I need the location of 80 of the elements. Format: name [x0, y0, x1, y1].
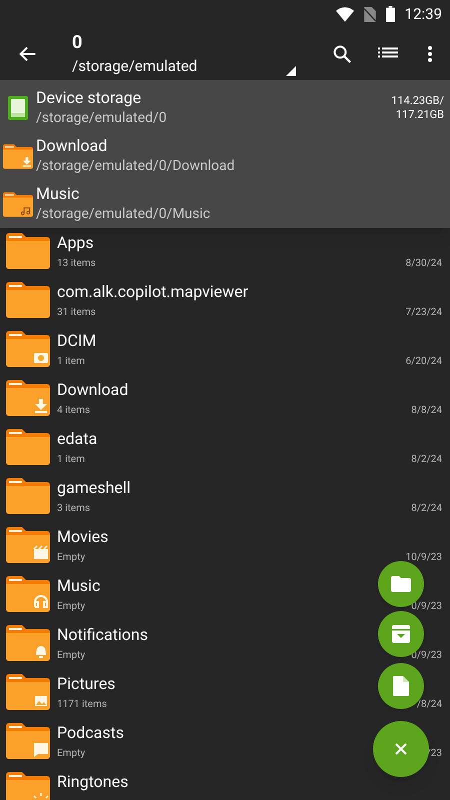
folder-name: Pictures — [57, 674, 116, 694]
item-count: Empty — [57, 600, 86, 614]
modified-date: 0/9/23 — [411, 600, 442, 614]
item-count: Empty — [57, 649, 86, 663]
folder-icon — [6, 674, 50, 710]
item-count: 1 item — [57, 355, 85, 369]
folder-icon — [3, 192, 33, 216]
dropdown-triangle-icon — [286, 66, 296, 76]
folder-name: Download — [57, 380, 128, 400]
item-count: 1 item — [57, 453, 85, 467]
folder-name: gameshell — [57, 478, 131, 498]
folder-name: com.alk.copilot.mapviewer — [57, 282, 248, 302]
item-count: 1171 items — [57, 698, 107, 712]
item-count: 13 items — [57, 257, 96, 271]
modified-date: 8/2/24 — [411, 453, 442, 467]
folder-icon — [6, 723, 50, 759]
folder-name: Podcasts — [57, 723, 124, 743]
item-count: 4 items — [57, 404, 90, 418]
modified-date: 10/9/23 — [406, 551, 442, 565]
wifi-icon — [336, 6, 354, 22]
folder-name: DCIM — [57, 331, 96, 351]
no-sim-icon — [364, 6, 376, 22]
search-icon — [331, 43, 353, 65]
battery-icon — [386, 6, 395, 22]
toolbar-title: 0 — [72, 32, 84, 54]
storage-size: 114.23GB/ 117.21GB — [391, 94, 445, 122]
location-path: /storage/emulated/0/Download — [36, 158, 236, 176]
modified-date: 8/8/24 — [411, 404, 442, 418]
item-count: 31 items — [57, 306, 96, 320]
folder-row[interactable]: Ringtones — [0, 767, 450, 800]
folder-name: Movies — [57, 527, 108, 547]
modified-date: 8/30/24 — [406, 257, 442, 271]
location-path: /storage/emulated/0/Music — [36, 206, 212, 224]
folder-icon — [6, 527, 50, 563]
folder-name: Music — [57, 576, 100, 596]
folder-row[interactable]: Download 4 items 8/8/24 — [0, 375, 450, 424]
more-icon — [428, 46, 432, 62]
folder-icon — [6, 282, 50, 318]
status-time: 12:39 — [404, 4, 442, 25]
item-count: 3 items — [57, 502, 90, 516]
storage-icon — [8, 96, 28, 120]
modified-date: /8/24 — [416, 698, 442, 712]
folder-icon — [6, 625, 50, 661]
location-name: Download — [36, 136, 108, 156]
folder-icon — [6, 380, 50, 416]
folder-name: edata — [57, 429, 98, 449]
location-name: Music — [36, 184, 80, 204]
file-icon — [393, 676, 409, 696]
folder-row[interactable]: Pictures 1171 items /8/24 — [0, 669, 450, 718]
folder-icon — [6, 233, 50, 269]
folder-row[interactable]: gameshell 3 items 8/2/24 — [0, 473, 450, 522]
folder-icon — [6, 429, 50, 465]
folder-row[interactable]: edata 1 item 8/2/24 — [0, 424, 450, 473]
storage-location[interactable]: Device storage /storage/emulated/0 114.23GB/ 117.21GB — [0, 84, 450, 132]
storage-location[interactable]: Music /storage/emulated/0/Music — [0, 180, 450, 228]
folder-icon — [3, 144, 33, 168]
modified-date: 7/23/24 — [406, 306, 442, 320]
folder-name: Apps — [57, 233, 94, 253]
folder-name: Notifications — [57, 625, 148, 645]
folder-row[interactable]: Music Empty 0/9/23 — [0, 571, 450, 620]
folder-name: Ringtones — [57, 772, 128, 792]
close-icon — [395, 743, 407, 755]
storage-location[interactable]: Download /storage/emulated/0/Download — [0, 132, 450, 180]
modified-date: 8/2/24 — [411, 502, 442, 516]
item-count: Empty — [57, 551, 86, 565]
folder-icon — [6, 331, 50, 367]
folder-row[interactable]: com.alk.copilot.mapviewer 31 items 7/23/24 — [0, 277, 450, 326]
path-dropdown[interactable]: /storage/emulated — [72, 57, 286, 76]
folder-row[interactable]: Movies Empty 10/9/23 — [0, 522, 450, 571]
location-name: Device storage — [36, 88, 142, 108]
folder-icon — [6, 576, 50, 612]
location-path: /storage/emulated/0 — [36, 110, 168, 128]
modified-date: 6/20/24 — [406, 355, 442, 369]
archive-icon — [392, 625, 410, 643]
folder-icon — [6, 772, 50, 800]
folder-row[interactable]: DCIM 1 item 6/20/24 — [0, 326, 450, 375]
folder-icon — [391, 576, 411, 592]
folder-row[interactable]: Apps 13 items 8/30/24 — [0, 228, 450, 277]
item-count: Empty — [57, 747, 86, 761]
folder-icon — [6, 478, 50, 514]
